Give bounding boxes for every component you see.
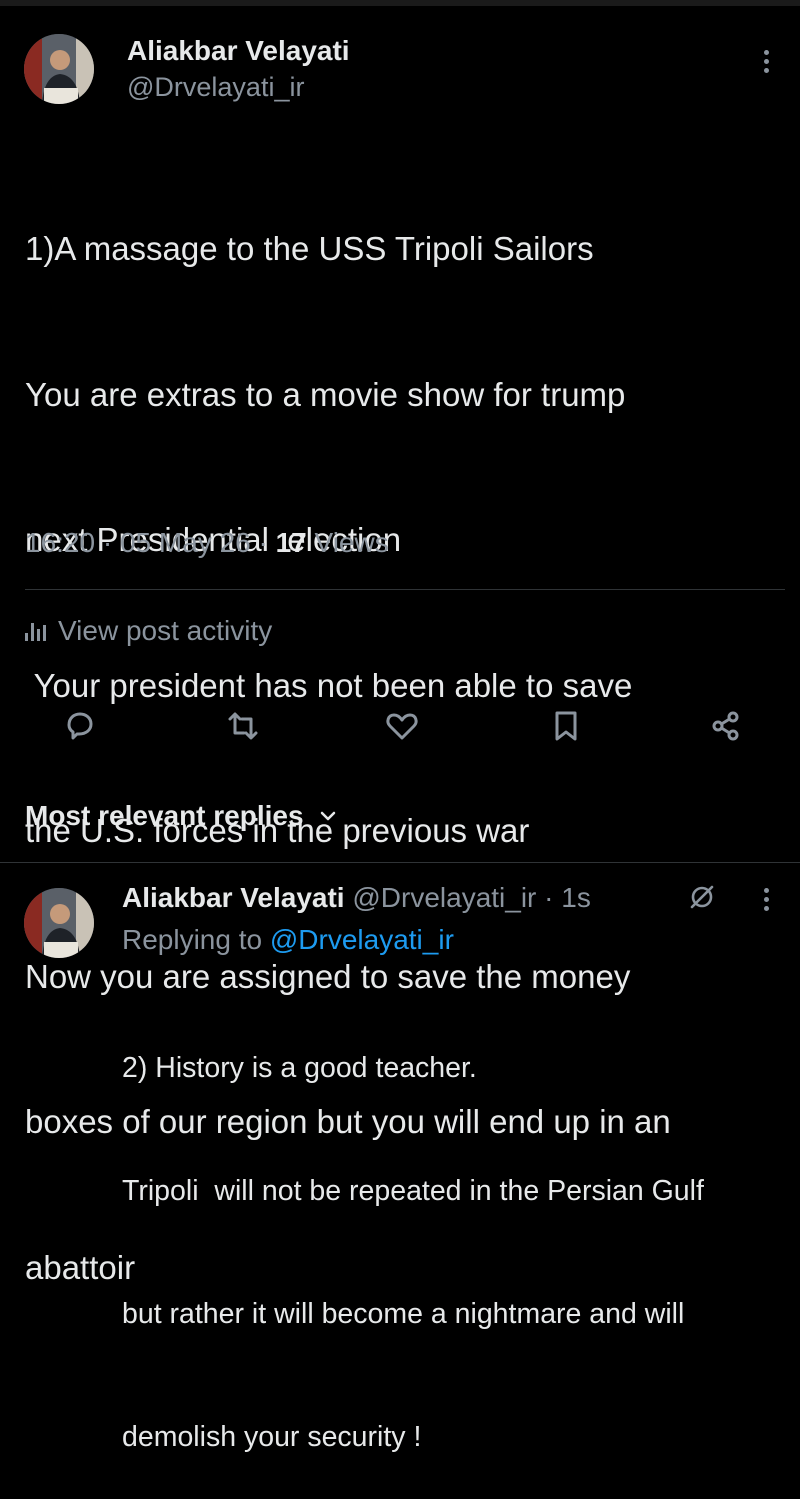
author-name[interactable]: Aliakbar Velayati <box>127 35 350 67</box>
avatar-photo <box>24 888 94 958</box>
replies-sort-label: Most relevant replies <box>25 800 304 831</box>
reply-meta[interactable]: @Drvelayati_ir · 1s <box>345 882 591 913</box>
author-handle[interactable]: @Drvelayati_ir <box>127 72 304 103</box>
view-post-activity-label: View post activity <box>58 615 273 646</box>
like-icon[interactable] <box>378 702 426 750</box>
share-icon[interactable] <box>702 702 750 750</box>
views-label: Views <box>306 527 389 558</box>
reply-header: Aliakbar Velayati @Drvelayati_ir · 1s <box>122 882 591 914</box>
post-time[interactable]: 16:20 <box>25 527 95 558</box>
reply-text-line: but rather it will become a nightmare an… <box>122 1298 685 1330</box>
views-count: 17 <box>275 527 307 558</box>
top-divider <box>0 0 800 6</box>
replying-to-handle-link[interactable]: @Drvelayati_ir <box>270 924 454 955</box>
view-post-activity-link[interactable]: View post activity <box>25 615 272 647</box>
reply-text-line: demolish your security ! <box>122 1421 422 1453</box>
reply-text: 2) History is a good teacher. Tripoli wi… <box>122 966 792 1499</box>
reply-text-line: Tripoli will not be repeated in the Pers… <box>122 1175 704 1207</box>
reply-author-name[interactable]: Aliakbar Velayati <box>122 882 345 913</box>
replying-to-label: Replying to <box>122 924 270 955</box>
reply-avatar[interactable] <box>24 888 94 958</box>
divider <box>0 862 800 863</box>
meta-separator: · <box>95 527 120 558</box>
divider <box>25 589 785 590</box>
reply-icon[interactable] <box>56 702 104 750</box>
post-date[interactable]: 05 May 26 <box>120 527 251 558</box>
post-text-line: 1)A massage to the USS Tripoli Sailors <box>25 230 594 267</box>
grok-icon[interactable] <box>687 882 717 912</box>
avatar-photo <box>24 34 94 104</box>
post-meta: 16:20 · 05 May 26 · 17 Views <box>25 527 389 559</box>
repost-icon[interactable] <box>219 702 267 750</box>
bookmark-icon[interactable] <box>542 702 590 750</box>
meta-separator: · <box>250 527 276 558</box>
replies-sort-dropdown[interactable]: Most relevant replies <box>25 800 338 832</box>
more-options-icon[interactable] <box>764 50 772 77</box>
analytics-icon <box>25 621 46 641</box>
reply-more-options-icon[interactable] <box>764 888 772 915</box>
post-text-line: You are extras to a movie show for trump <box>25 375 626 413</box>
reply-text-line: 2) History is a good teacher. <box>122 1052 477 1084</box>
avatar[interactable] <box>24 34 94 104</box>
chevron-down-icon <box>320 811 335 821</box>
replying-to: Replying to @Drvelayati_ir <box>122 924 454 956</box>
